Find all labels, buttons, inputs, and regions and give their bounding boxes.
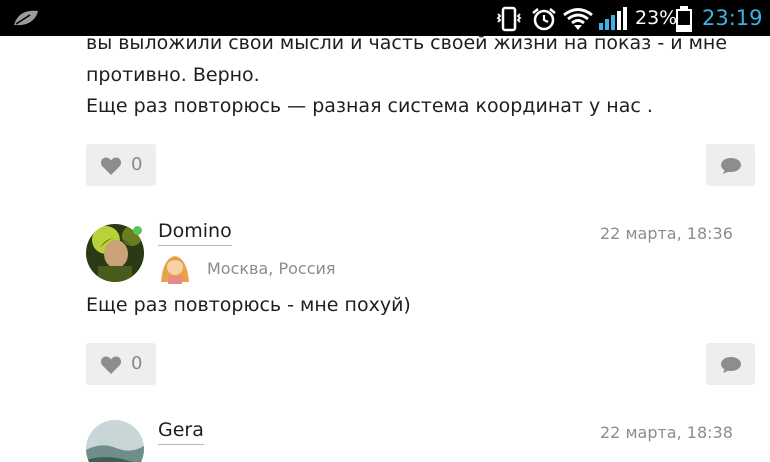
heart-icon <box>100 157 122 175</box>
comment-date: 22 марта, 18:38 <box>600 423 733 442</box>
comment-location: Москва, Россия <box>207 259 336 278</box>
comment-text-line: вы выложили свои мысли и часть своей жиз… <box>86 36 728 54</box>
reply-button[interactable] <box>706 343 755 385</box>
leaf-icon <box>12 8 40 32</box>
comment-icon <box>721 357 741 373</box>
comment-text: Еще раз повторюсь - мне похуй) <box>86 294 411 316</box>
comment-date: 22 марта, 18:36 <box>600 224 733 243</box>
comment-feed[interactable]: вы выложили свои мысли и часть своей жиз… <box>0 36 770 462</box>
like-button[interactable]: 0 <box>86 144 156 186</box>
status-bar: 23% 23:19 <box>0 0 770 36</box>
battery-icon <box>674 5 694 37</box>
like-count: 0 <box>131 353 143 374</box>
comment-text-line: Еще раз повторюсь — разная система коорд… <box>86 95 653 117</box>
avatar[interactable] <box>86 420 144 462</box>
battery-percent: 23% <box>635 7 678 29</box>
vibrate-icon <box>495 6 523 36</box>
user-badge <box>158 252 192 284</box>
wifi-icon <box>562 6 594 36</box>
comment-author[interactable]: Domino <box>158 220 232 246</box>
online-indicator <box>133 226 142 235</box>
comment-author[interactable]: Gera <box>158 419 204 445</box>
alarm-icon <box>530 6 558 36</box>
reply-button[interactable] <box>706 144 755 186</box>
signal-icon <box>597 6 629 36</box>
comment-text-line: противно. Верно. <box>86 64 260 86</box>
clock: 23:19 <box>702 6 763 30</box>
like-count: 0 <box>131 154 143 175</box>
heart-icon <box>100 356 122 374</box>
like-button[interactable]: 0 <box>86 343 156 385</box>
comment-icon <box>721 158 741 174</box>
